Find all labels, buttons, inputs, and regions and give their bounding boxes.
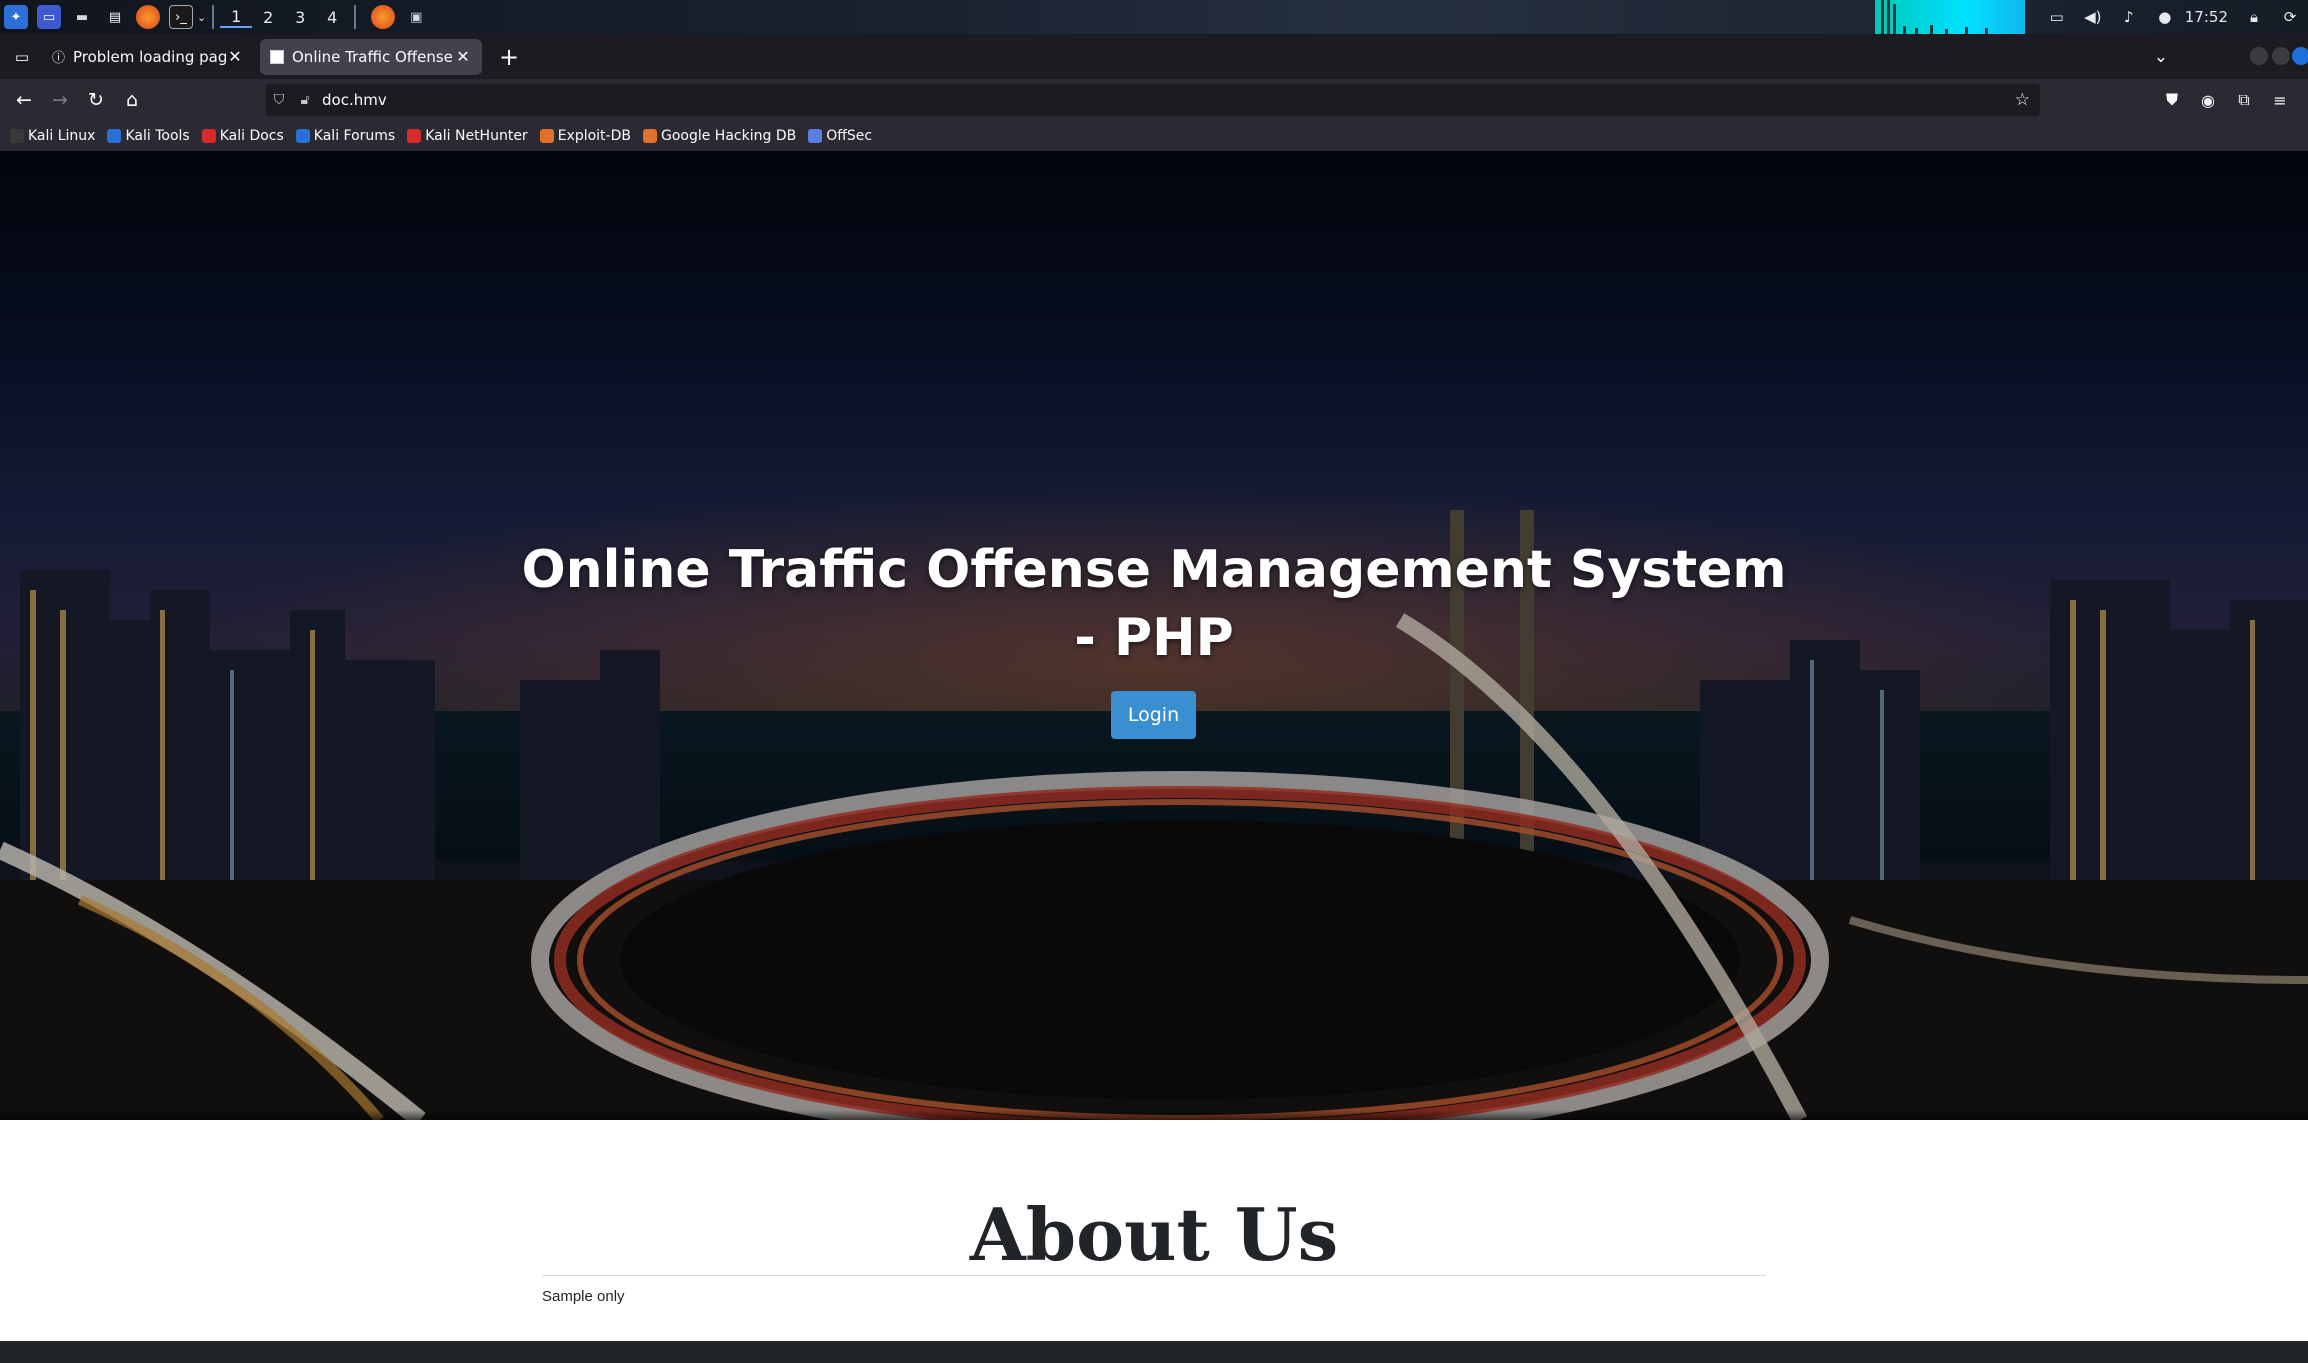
bookmark-kali-nethunter[interactable]: Kali NetHunter: [407, 128, 528, 144]
clock[interactable]: 17:52: [2185, 8, 2228, 26]
terminal-icon[interactable]: ›_: [169, 5, 193, 29]
extensions-icon[interactable]: ⧉: [2226, 84, 2262, 116]
divider: [542, 1275, 1766, 1276]
minimize-button[interactable]: [2250, 47, 2268, 65]
bookmark-kali-docs[interactable]: Kali Docs: [201, 128, 284, 144]
page-favicon-icon: [270, 49, 284, 64]
kali-forums-icon: [295, 129, 310, 143]
reload-button[interactable]: ↻: [78, 84, 114, 116]
tab-title: Online Traffic Offense Ma: [292, 47, 454, 66]
page-footer: [0, 1341, 2308, 1363]
url-bar[interactable]: ⛉ 🔓︎ doc.hmv ☆: [266, 84, 2040, 116]
volume-icon[interactable]: ◀): [2081, 5, 2105, 29]
bell-icon[interactable]: ♪: [2117, 5, 2141, 29]
workspace-1[interactable]: 1: [220, 7, 253, 28]
google-hacking-db-icon: [642, 129, 657, 143]
bookmark-kali-forums[interactable]: Kali Forums: [295, 128, 395, 144]
navigation-toolbar: ← → ↻ ⌂ ⛉ 🔓︎ doc.hmv ☆ ⛊ ◉ ⧉ ≡: [0, 79, 2308, 121]
shield-icon[interactable]: ⛉: [266, 92, 292, 108]
browser-tab-strip: ▭ ⓘ Problem loading page ✕ Online Traffi…: [0, 34, 2308, 79]
hero-title: Online Traffic Offense Management System…: [521, 540, 1787, 668]
tab-title: Problem loading page: [73, 47, 226, 66]
taskbar-separator: [212, 5, 215, 29]
about-heading: About Us: [969, 1192, 1339, 1277]
bookmark-offsec[interactable]: OffSec: [808, 128, 872, 144]
close-icon[interactable]: ✕: [226, 47, 244, 66]
hero-shadow: [0, 1110, 2308, 1120]
forward-button[interactable]: →: [42, 84, 78, 116]
firefox-view-icon[interactable]: ▭: [8, 48, 36, 66]
tab-online-traffic[interactable]: Online Traffic Offense Ma ✕: [260, 38, 482, 75]
text-editor-icon[interactable]: ▤: [103, 5, 127, 29]
maximize-button[interactable]: [2272, 47, 2290, 65]
menu-icon[interactable]: ≡: [2262, 84, 2298, 116]
firefox-window-icon[interactable]: [371, 5, 396, 29]
info-icon: ⓘ: [52, 51, 66, 66]
kali-nethunter-icon: [407, 129, 422, 143]
close-icon[interactable]: ✕: [454, 47, 472, 66]
kali-tools-icon: [107, 129, 122, 143]
bookmark-exploit-db[interactable]: Exploit-DB: [539, 128, 631, 144]
login-button[interactable]: Login: [1111, 691, 1196, 739]
workspace-4[interactable]: 4: [316, 8, 348, 27]
kali-menu-icon[interactable]: ✦: [4, 5, 28, 29]
new-tab-button[interactable]: +: [494, 43, 524, 71]
close-window-button[interactable]: [2292, 47, 2308, 65]
about-section: About Us Sample only: [0, 1120, 2308, 1341]
power-icon[interactable]: ●: [2153, 5, 2177, 29]
logout-icon[interactable]: ⟳: [2278, 5, 2302, 29]
account-icon[interactable]: ◉: [2190, 84, 2226, 116]
display-icon[interactable]: ▭: [2045, 5, 2069, 29]
chevron-down-icon[interactable]: ⌄: [197, 11, 206, 24]
taskbar-separator: [354, 5, 357, 29]
exploit-db-icon: [539, 129, 554, 143]
cpu-monitor-graph: [1874, 0, 2025, 34]
lock-icon[interactable]: 🔓︎: [292, 92, 318, 108]
kali-linux-icon: [10, 129, 24, 143]
lock-icon[interactable]: 🔒︎: [2242, 5, 2266, 29]
bookmark-kali-tools[interactable]: Kali Tools: [107, 128, 190, 144]
back-button[interactable]: ←: [6, 84, 42, 116]
bookmark-kali-linux[interactable]: Kali Linux: [10, 128, 95, 144]
firefox-icon[interactable]: [136, 5, 160, 29]
file-manager-icon[interactable]: ▬: [70, 5, 94, 29]
list-all-tabs-icon[interactable]: ⌄: [2154, 47, 2168, 67]
about-text: Sample only: [542, 1288, 625, 1305]
bookmark-google-hacking-db[interactable]: Google Hacking DB: [642, 128, 796, 144]
bookmarks-toolbar: Kali Linux Kali Tools Kali Docs Kali For…: [0, 121, 2308, 151]
tab-problem-loading[interactable]: ⓘ Problem loading page ✕: [42, 39, 254, 75]
home-button[interactable]: ⌂: [114, 84, 150, 116]
toolbar-right: ⛊ ◉ ⧉ ≡: [2154, 84, 2298, 116]
url-text[interactable]: doc.hmv: [322, 91, 387, 109]
show-desktop-icon[interactable]: ▭: [37, 5, 61, 29]
workspace-3[interactable]: 3: [284, 8, 316, 27]
hero-banner: Online Traffic Offense Management System…: [0, 151, 2308, 1120]
kali-docs-icon: [201, 129, 216, 143]
offsec-icon: [808, 129, 823, 143]
pocket-icon[interactable]: ⛊: [2154, 84, 2190, 116]
window-group-icon[interactable]: ▣: [404, 5, 428, 29]
workspace-2[interactable]: 2: [252, 8, 284, 27]
os-taskbar: ✦ ▭ ▬ ▤ ›_ ⌄ 1 2 3 4 ▣ ▭ ◀) ♪ ● 17:52 🔒︎…: [0, 0, 2308, 34]
bookmark-star-icon[interactable]: ☆: [2015, 90, 2030, 110]
system-tray: ▭ ◀) ♪ ● 17:52 🔒︎ ⟳: [1874, 0, 2308, 34]
